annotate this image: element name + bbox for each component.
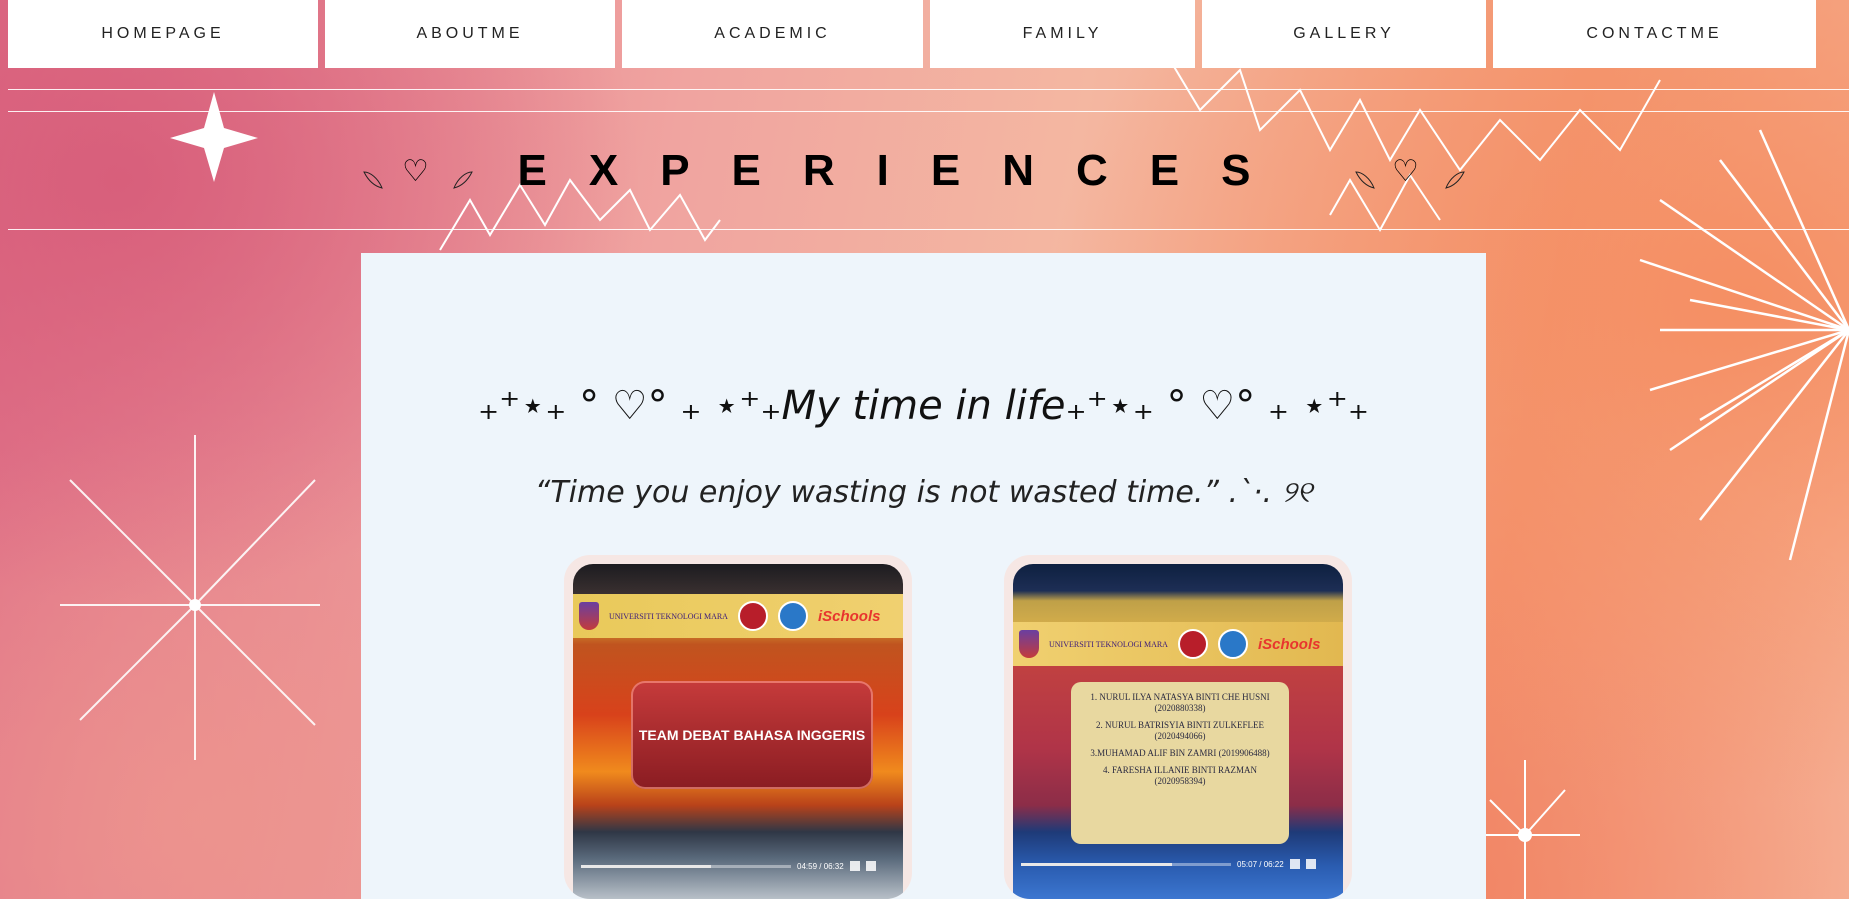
team-member-name: 3.MUHAMAD ALIF BIN ZAMRI (2019906488)	[1090, 748, 1270, 758]
leaf-icon	[1355, 171, 1375, 189]
sparkle-bottom-right	[1470, 760, 1580, 899]
top-navigation: HOMEPAGE ABOUTME ACADEMIC FAMILY GALLERY…	[8, 0, 1816, 68]
gallery-photo-frame[interactable]: UNIVERSITI TEKNOLOGI MARA iSchools 1. NU…	[1004, 555, 1352, 899]
crest-icon	[737, 601, 768, 631]
nav-family[interactable]: FAMILY	[930, 0, 1195, 68]
page-title: EXPERIENCES	[517, 146, 1293, 195]
divider-line	[8, 89, 1849, 90]
heart-icon: ♡	[1392, 154, 1419, 189]
nav-gallery[interactable]: GALLERY	[1202, 0, 1486, 68]
leaf-icon	[1445, 171, 1465, 189]
team-member-name: 2. NURUL BATRISYIA BINTI ZULKEFLEE (2020…	[1096, 720, 1264, 741]
experiences-heading-row: ♡ EXPERIENCES ♡	[0, 140, 1849, 206]
debate-team-panel: TEAM DEBAT BAHASA INGGERIS	[631, 681, 873, 789]
settings-icon[interactable]	[1289, 859, 1300, 869]
experiences-card: ₊⁺⋆₊ ° ♡° ₊ ⋆⁺₊My time in life₊⁺⋆₊ ° ♡° …	[361, 253, 1486, 899]
uitm-banner: UNIVERSITI TEKNOLOGI MARA iSchools	[1013, 622, 1343, 666]
ischools-brand: iSchools	[817, 607, 881, 625]
fullscreen-icon[interactable]	[865, 861, 876, 871]
section-subtitle: ₊⁺⋆₊ ° ♡° ₊ ⋆⁺₊My time in life₊⁺⋆₊ ° ♡° …	[477, 383, 1370, 429]
video-progress[interactable]	[1021, 862, 1231, 866]
video-progress[interactable]	[581, 864, 791, 868]
leaf-icon	[363, 171, 383, 189]
banner-org-text: UNIVERSITI TEKNOLOGI MARA	[609, 611, 728, 621]
gallery-photo-frame[interactable]: UNIVERSITI TEKNOLOGI MARA iSchools TEAM …	[564, 555, 912, 899]
uitm-logo-icon	[579, 602, 599, 630]
banner-org-text: UNIVERSITI TEKNOLOGI MARA	[1049, 639, 1168, 649]
badge-icon	[777, 601, 808, 631]
divider-line	[8, 111, 1849, 112]
uitm-logo-icon	[1019, 630, 1039, 658]
starburst-icon	[60, 435, 320, 760]
debate-team-photo[interactable]: UNIVERSITI TEKNOLOGI MARA iSchools TEAM …	[573, 564, 903, 899]
heart-icon: ♡	[402, 154, 429, 189]
team-names-panel: 1. NURUL ILYA NATASYA BINTI CHE HUSNI (2…	[1071, 682, 1289, 844]
video-time: 04:59 / 06:32	[797, 861, 844, 871]
settings-icon[interactable]	[849, 861, 860, 871]
ischools-brand: iSchools	[1257, 635, 1321, 653]
team-member-name: 4. FARESHA ILLANIE BINTI RAZMAN (2020958…	[1102, 765, 1258, 786]
fullscreen-icon[interactable]	[1305, 859, 1316, 869]
divider-line	[8, 229, 1849, 230]
quote-text: “Time you enjoy wasting is not wasted ti…	[534, 475, 1313, 510]
video-player-bar[interactable]: 05:07 / 06:22	[1013, 854, 1343, 874]
nav-contactme[interactable]: CONTACTME	[1493, 0, 1816, 68]
nav-academic[interactable]: ACADEMIC	[622, 0, 923, 68]
nav-aboutme[interactable]: ABOUTME	[325, 0, 615, 68]
nav-homepage[interactable]: HOMEPAGE	[8, 0, 318, 68]
badge-icon	[1217, 629, 1248, 659]
leaf-icon	[453, 171, 473, 189]
crest-icon	[1177, 629, 1208, 659]
video-time: 05:07 / 06:22	[1237, 859, 1284, 869]
video-player-bar[interactable]: 04:59 / 06:32	[573, 856, 903, 876]
team-member-name: 1. NURUL ILYA NATASYA BINTI CHE HUSNI (2…	[1090, 692, 1270, 713]
team-members-photo[interactable]: UNIVERSITI TEKNOLOGI MARA iSchools 1. NU…	[1013, 564, 1343, 899]
uitm-banner: UNIVERSITI TEKNOLOGI MARA iSchools	[573, 594, 903, 638]
